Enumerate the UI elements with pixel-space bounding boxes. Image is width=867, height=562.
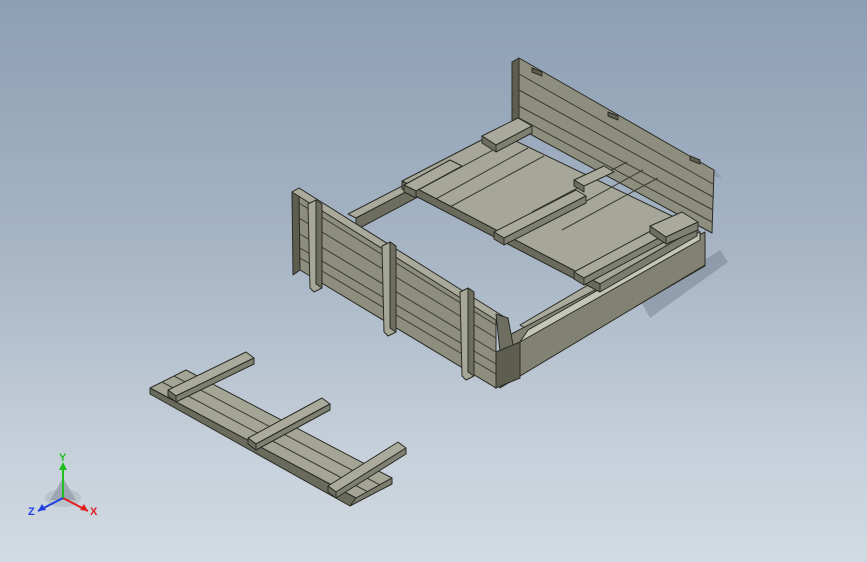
loose-lid-cleats xyxy=(167,351,407,499)
triad-y-label: Y xyxy=(59,452,67,464)
model-view[interactable]: X Y Z xyxy=(0,0,867,562)
graphics-viewport[interactable]: X Y Z xyxy=(0,0,867,562)
triad-x-label: X xyxy=(90,506,98,518)
triad-z-label: Z xyxy=(28,506,35,518)
orientation-triad[interactable]: X Y Z xyxy=(28,452,98,518)
